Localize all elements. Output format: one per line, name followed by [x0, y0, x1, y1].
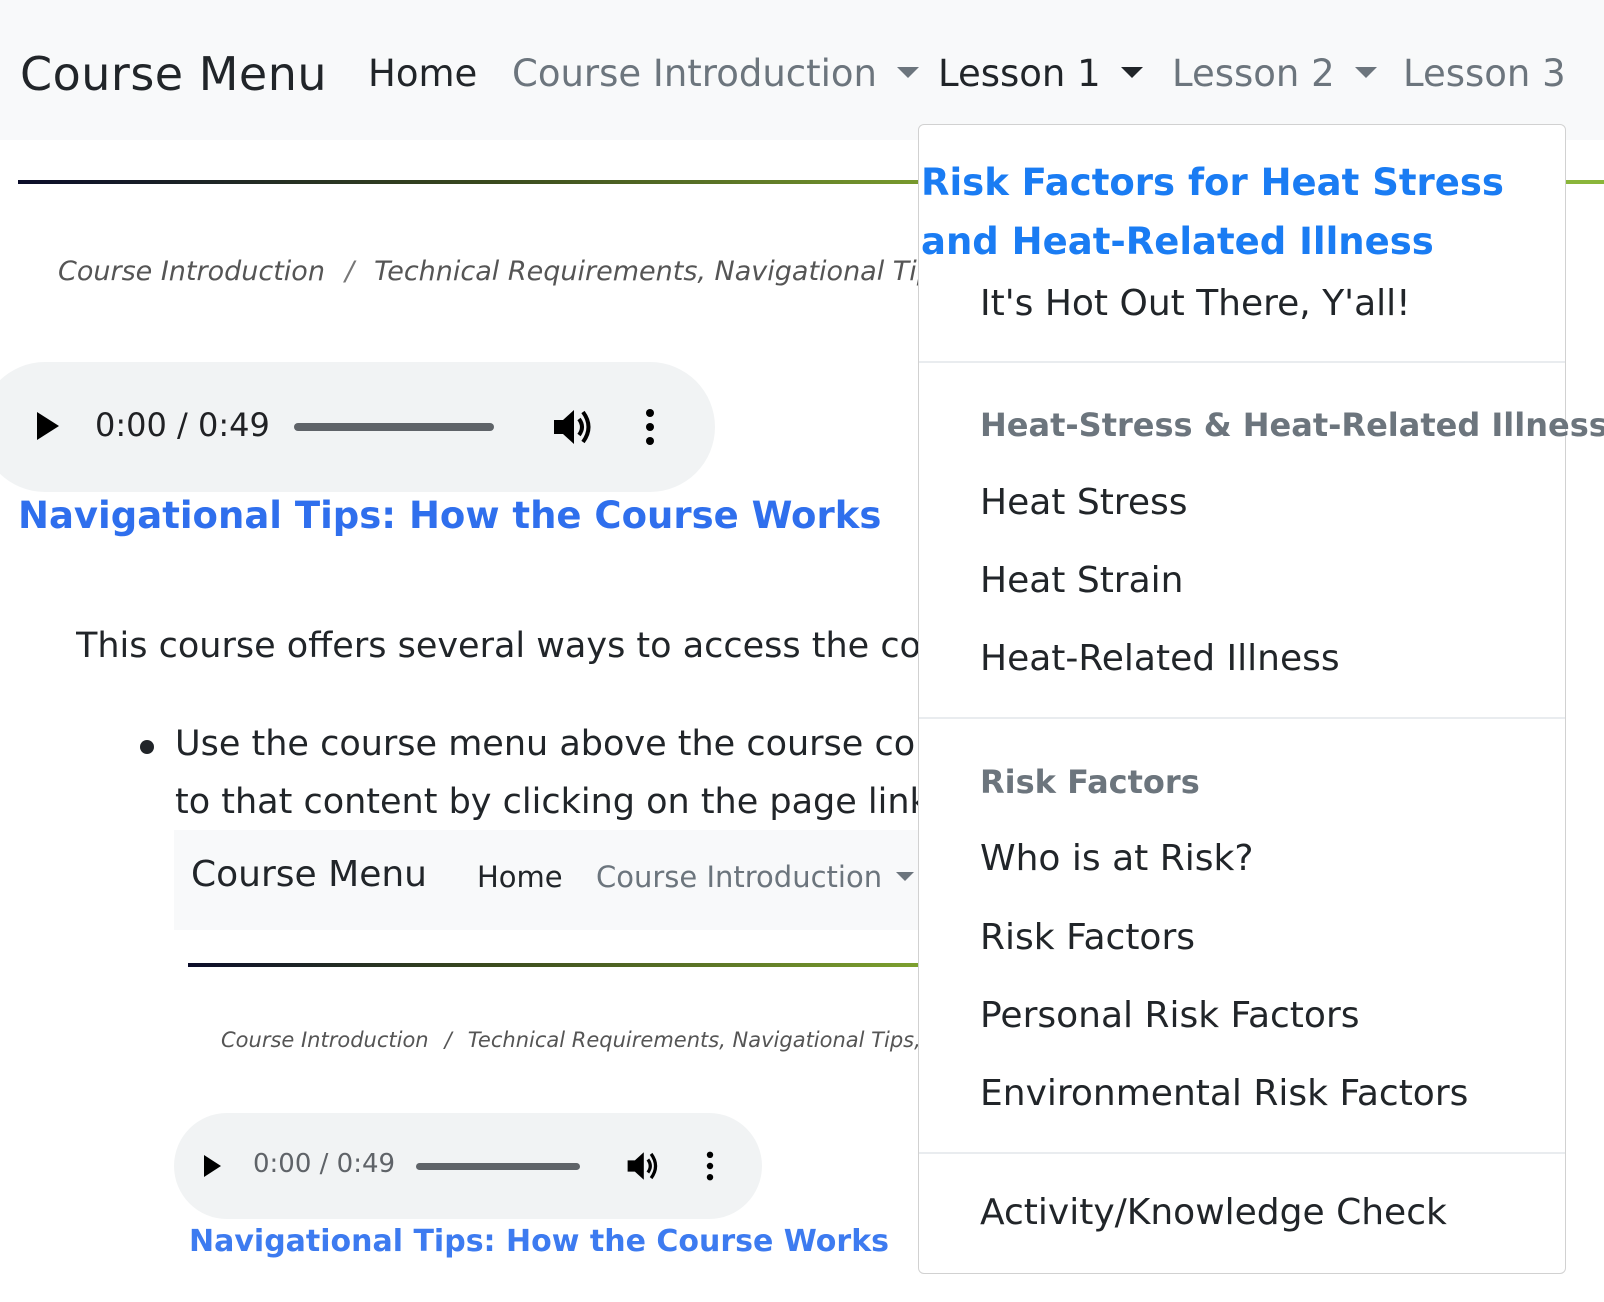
nav-lesson-1[interactable]: Lesson 1	[938, 50, 1143, 98]
dropdown-divider	[919, 361, 1565, 363]
nav-lesson-3-label: Lesson 3	[1403, 52, 1566, 95]
dropdown-header-risk-factors: Risk Factors	[980, 763, 1200, 801]
screenshot-breadcrumb-separator: /	[444, 1028, 452, 1052]
breadcrumb-separator: /	[344, 256, 355, 287]
intro-paragraph: This course offers several ways to acces…	[76, 626, 936, 666]
navbar-brand[interactable]: Course Menu	[20, 44, 327, 104]
screenshot-section-heading: Navigational Tips: How the Course Works	[189, 1224, 890, 1259]
play-icon	[204, 1155, 221, 1177]
screenshot-breadcrumb: Course Introduction / Technical Requiremen…	[221, 1028, 934, 1052]
dropdown-item-risk-factors-heat-stress[interactable]: Risk Factors for Heat Stress and Heat-Re…	[921, 153, 1561, 271]
screenshot-home: Home	[477, 860, 563, 894]
dropdown-divider	[919, 1152, 1565, 1154]
screenshot-breadcrumb-item: Course Introduction	[221, 1028, 429, 1052]
screenshot-gradient-divider	[188, 963, 934, 967]
caret-down-icon	[897, 67, 919, 78]
dropdown-divider	[919, 717, 1565, 719]
caret-down-icon	[896, 872, 915, 881]
nav-course-introduction-label: Course Introduction	[512, 52, 877, 95]
dropdown-item-hot-out-there[interactable]: It's Hot Out There, Y'all!	[980, 283, 1411, 324]
dropdown-item-activity-knowledge-check[interactable]: Activity/Knowledge Check	[980, 1192, 1447, 1233]
section-heading: Navigational Tips: How the Course Works	[18, 494, 882, 537]
screenshot-navbar: Course Menu Home Course Introduction	[174, 830, 934, 930]
dropdown-item-heat-strain[interactable]: Heat Strain	[980, 560, 1183, 601]
screenshot-course-introduction-label: Course Introduction	[596, 860, 883, 894]
dropdown-header-heat-stress: Heat-Stress & Heat-Related Illness	[980, 406, 1604, 444]
nav-lesson-1-label: Lesson 1	[938, 52, 1101, 95]
more-vert-icon	[706, 1151, 714, 1181]
breadcrumb-item-current: Technical Requirements, Navigational Tip…	[374, 256, 938, 287]
audio-time: 0:00 / 0:49	[95, 406, 270, 444]
play-icon[interactable]	[37, 412, 59, 440]
screenshot-brand: Course Menu	[191, 854, 427, 895]
bullet-text-line-1: Use the course menu above the course con	[175, 724, 935, 764]
screenshot-course-introduction: Course Introduction	[596, 860, 915, 894]
screenshot-seek-bar	[416, 1163, 580, 1170]
nav-lesson-3[interactable]: Lesson 3	[1403, 50, 1566, 98]
volume-icon	[627, 1152, 658, 1180]
screenshot-audio-player: 0:00 / 0:49	[174, 1113, 762, 1219]
caret-down-icon	[1354, 67, 1377, 78]
dropdown-item-environmental-risk-factors[interactable]: Environmental Risk Factors	[980, 1073, 1468, 1114]
breadcrumb: Course Introduction / Technical Requiremen…	[58, 256, 938, 287]
caret-down-icon	[1120, 67, 1143, 78]
breadcrumb-item-course-introduction[interactable]: Course Introduction	[58, 256, 325, 287]
bullet-text-line-2: to that content by clicking on the page …	[175, 782, 935, 822]
nav-lesson-2-label: Lesson 2	[1172, 52, 1335, 95]
volume-icon[interactable]	[552, 407, 594, 447]
dropdown-item-heat-related-illness[interactable]: Heat-Related Illness	[980, 638, 1340, 679]
more-vert-icon[interactable]	[640, 407, 660, 447]
lesson-1-dropdown-menu: Risk Factors for Heat Stress and Heat-Re…	[918, 124, 1604, 1274]
embedded-screenshot-image: Course Menu Home Course Introduction Cou…	[174, 830, 934, 1280]
bullet-marker	[140, 740, 154, 754]
dropdown-item-personal-risk-factors[interactable]: Personal Risk Factors	[980, 995, 1360, 1036]
audio-seek-bar[interactable]	[294, 423, 494, 431]
nav-lesson-2[interactable]: Lesson 2	[1172, 50, 1377, 98]
nav-course-introduction[interactable]: Course Introduction	[512, 50, 919, 98]
dropdown-item-heat-stress[interactable]: Heat Stress	[980, 482, 1187, 523]
nav-home[interactable]: Home	[368, 50, 477, 98]
dropdown-item-who-is-at-risk[interactable]: Who is at Risk?	[980, 838, 1253, 879]
course-navbar: Course Menu Home Course Introduction Les…	[0, 0, 1604, 140]
screenshot-breadcrumb-item: Technical Requirements, Navigational Tip…	[467, 1028, 934, 1052]
audio-player: 0:00 / 0:49	[0, 362, 715, 492]
dropdown-item-risk-factors[interactable]: Risk Factors	[980, 917, 1195, 958]
screenshot-audio-time: 0:00 / 0:49	[253, 1149, 396, 1179]
